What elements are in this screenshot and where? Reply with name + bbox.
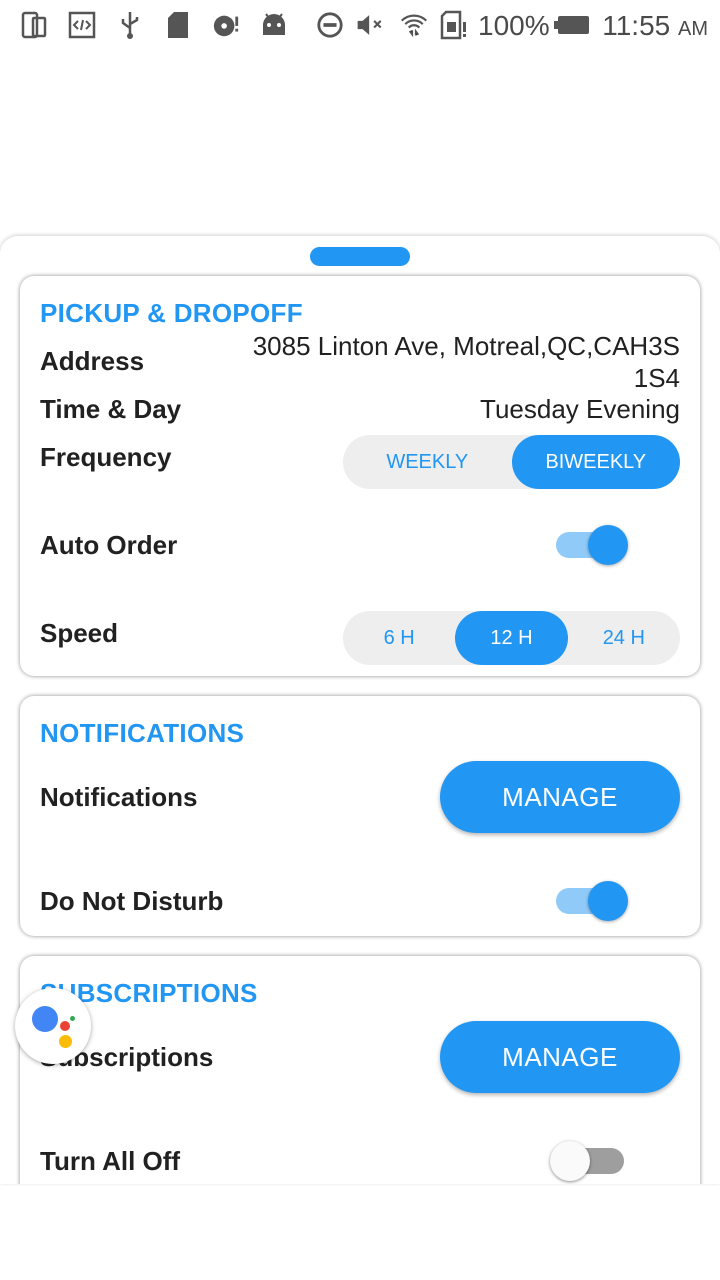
subscriptions-manage-button[interactable]: MANAGE: [440, 1021, 680, 1093]
speed-option-24h[interactable]: 24 H: [568, 611, 680, 665]
frequency-option-weekly[interactable]: WEEKLY: [343, 435, 512, 489]
assistant-dot-green: [70, 1016, 75, 1021]
frequency-selector: WEEKLY BIWEEKLY: [343, 435, 680, 489]
speed-option-12h[interactable]: 12 H: [455, 611, 568, 665]
notifications-title: NOTIFICATIONS: [40, 718, 245, 748]
auto-order-toggle[interactable]: [556, 524, 630, 565]
disk-icon: [212, 10, 240, 40]
turn-all-off-label: Turn All Off: [40, 1146, 181, 1176]
turn-all-off-toggle[interactable]: [550, 1140, 624, 1181]
pickup-title: PICKUP & DROPOFF: [40, 298, 303, 328]
mute-icon: [356, 10, 384, 40]
toggle-knob: [550, 1141, 590, 1181]
subscriptions-card: SUBSCRIPTIONS Subscriptions MANAGE Turn …: [20, 956, 700, 1184]
settings-sheet: PICKUP & DROPOFF Address 3085 Linton Ave…: [0, 236, 720, 1184]
sim-icon: [440, 10, 468, 40]
do-not-disturb-label: Do Not Disturb: [40, 886, 224, 916]
time-day-label: Time & Day: [40, 394, 182, 424]
status-bar: 100% 11:55 AM: [0, 0, 720, 52]
time-day-value: Tuesday Evening: [480, 394, 680, 424]
speed-option-6h[interactable]: 6 H: [343, 611, 455, 665]
assistant-dot-red: [60, 1021, 70, 1031]
battery-percent: 100%: [478, 10, 550, 41]
assistant-dot-yellow: [59, 1035, 72, 1048]
address-value: 3085 Linton Ave, Motreal,QC,CAH3S 1S4: [253, 330, 680, 394]
android-icon: [260, 10, 288, 40]
notifications-manage-button[interactable]: MANAGE: [440, 761, 680, 833]
usb-icon: [116, 10, 144, 40]
frequency-label: Frequency: [40, 442, 172, 472]
speed-selector: 6 H 12 H 24 H: [343, 611, 680, 665]
pickup-card: PICKUP & DROPOFF Address 3085 Linton Ave…: [20, 276, 700, 676]
notifications-label: Notifications: [40, 782, 198, 812]
assistant-dot-blue: [32, 1006, 58, 1032]
code-icon: [68, 10, 96, 40]
battery-icon: [554, 10, 590, 40]
address-line-2: 1S4: [633, 363, 680, 393]
auto-order-label: Auto Order: [40, 530, 178, 560]
do-not-disturb-toggle[interactable]: [556, 880, 630, 921]
toggle-knob: [588, 881, 628, 921]
do-not-disturb-icon: [316, 10, 344, 40]
toggle-knob: [588, 525, 628, 565]
address-label: Address: [40, 346, 145, 376]
sd-card-icon: [164, 10, 192, 40]
assistant-bubble[interactable]: [15, 988, 91, 1064]
wifi-icon: [400, 10, 428, 40]
speed-label: Speed: [40, 618, 119, 648]
address-line-1: 3085 Linton Ave, Motreal,QC,CAH3S: [252, 331, 680, 361]
device-icon: [20, 10, 48, 40]
drag-handle[interactable]: [310, 247, 410, 266]
frequency-option-biweekly[interactable]: BIWEEKLY: [511, 435, 680, 489]
clock: 11:55 AM: [602, 10, 708, 41]
notifications-card: NOTIFICATIONS Notifications MANAGE Do No…: [20, 696, 700, 936]
